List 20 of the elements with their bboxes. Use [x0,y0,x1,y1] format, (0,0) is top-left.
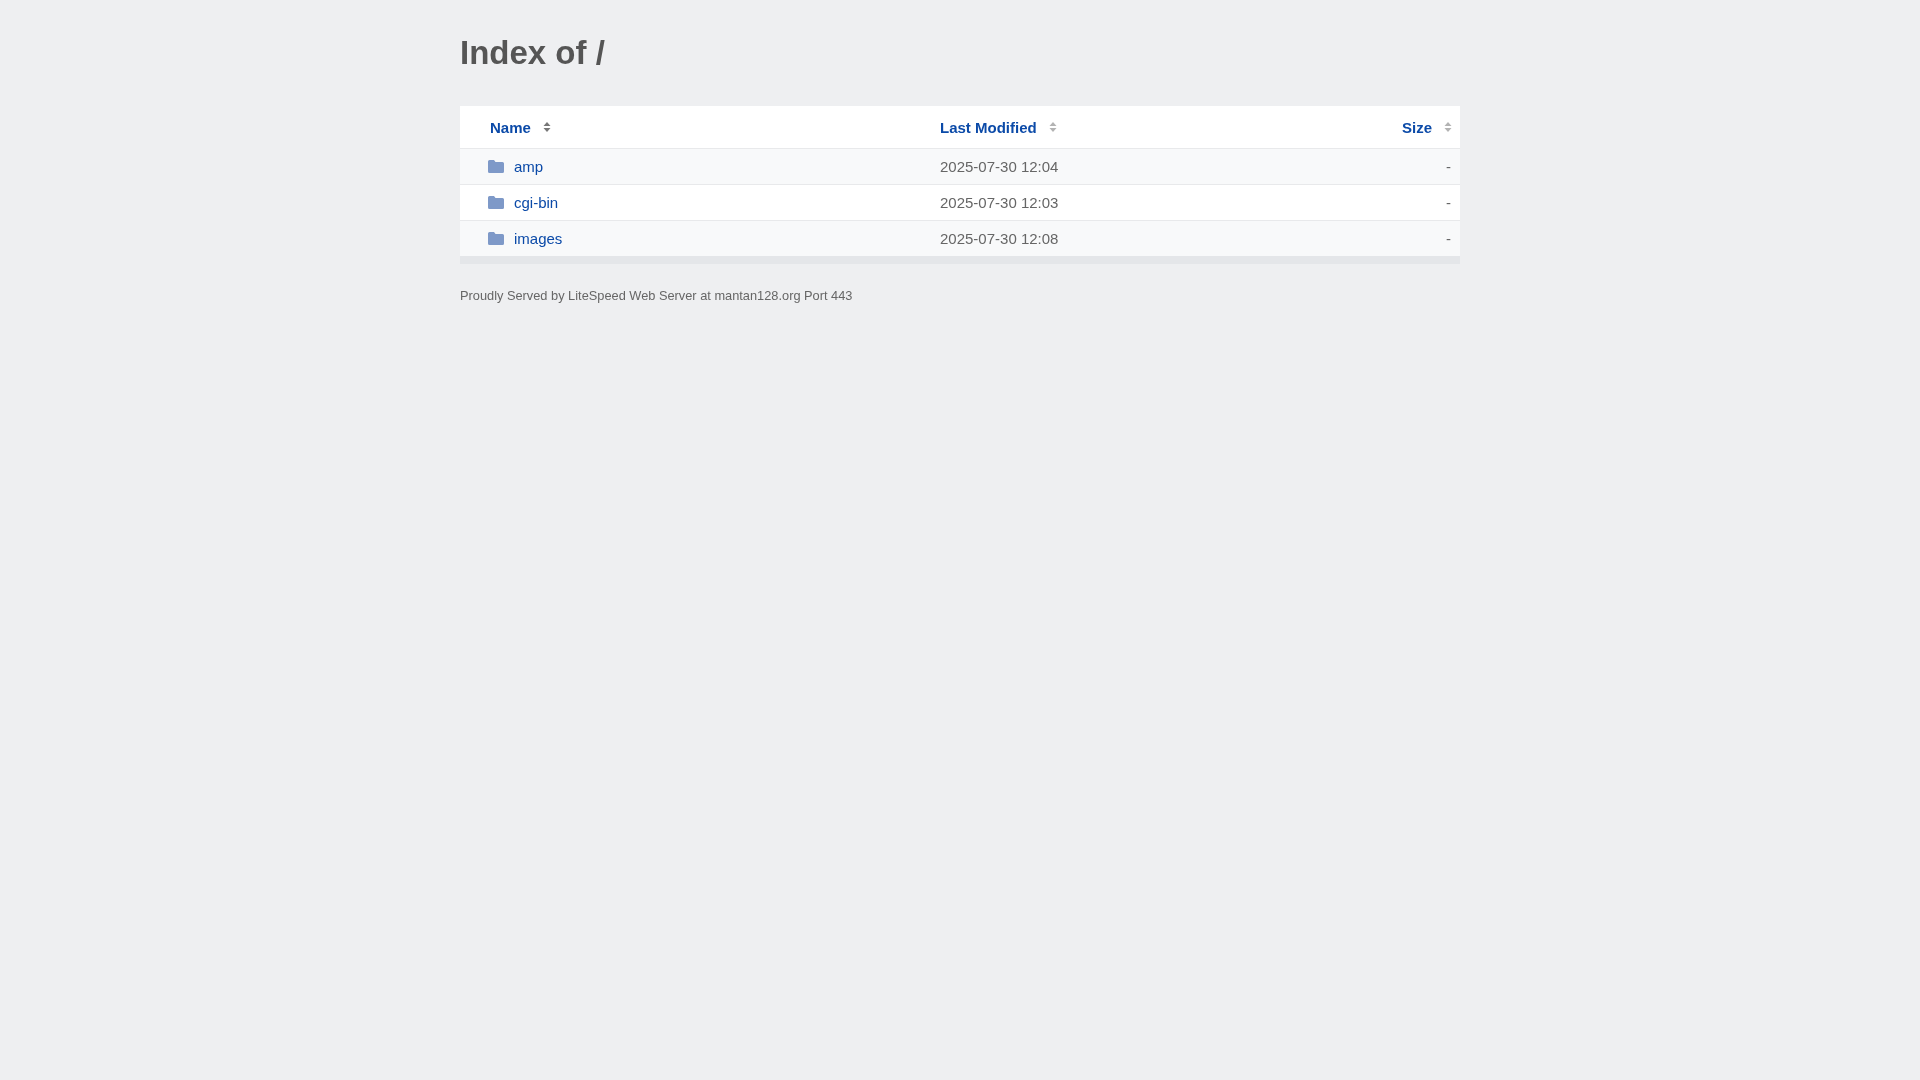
modified-date: 2025-07-30 12:03 [940,194,1059,211]
folder-icon [488,196,504,209]
entry-link[interactable]: cgi-bin [514,194,559,211]
entry-link[interactable]: images [514,230,563,247]
modified-date: 2025-07-30 12:08 [940,230,1059,247]
column-sort-link[interactable]: Last Modified [940,118,1057,136]
entry-link[interactable]: amp [514,158,544,175]
column-sort-link[interactable]: Size [1402,118,1452,136]
entry-size: - [1446,194,1452,211]
page-title: Index of / [460,33,606,73]
folder-icon [488,160,504,173]
server-footer: Proudly Served by LiteSpeed Web Server at mantan128.org Port 443 [460,288,1460,303]
entry-size: - [1446,158,1452,175]
entry-size: - [1446,230,1452,247]
sort-icon [1048,121,1057,133]
column-sort-link[interactable]: Name [490,118,551,136]
sort-icon [1444,121,1452,133]
modified-date: 2025-07-30 12:04 [940,158,1059,175]
sort-icon [542,121,551,133]
folder-icon [488,232,504,245]
